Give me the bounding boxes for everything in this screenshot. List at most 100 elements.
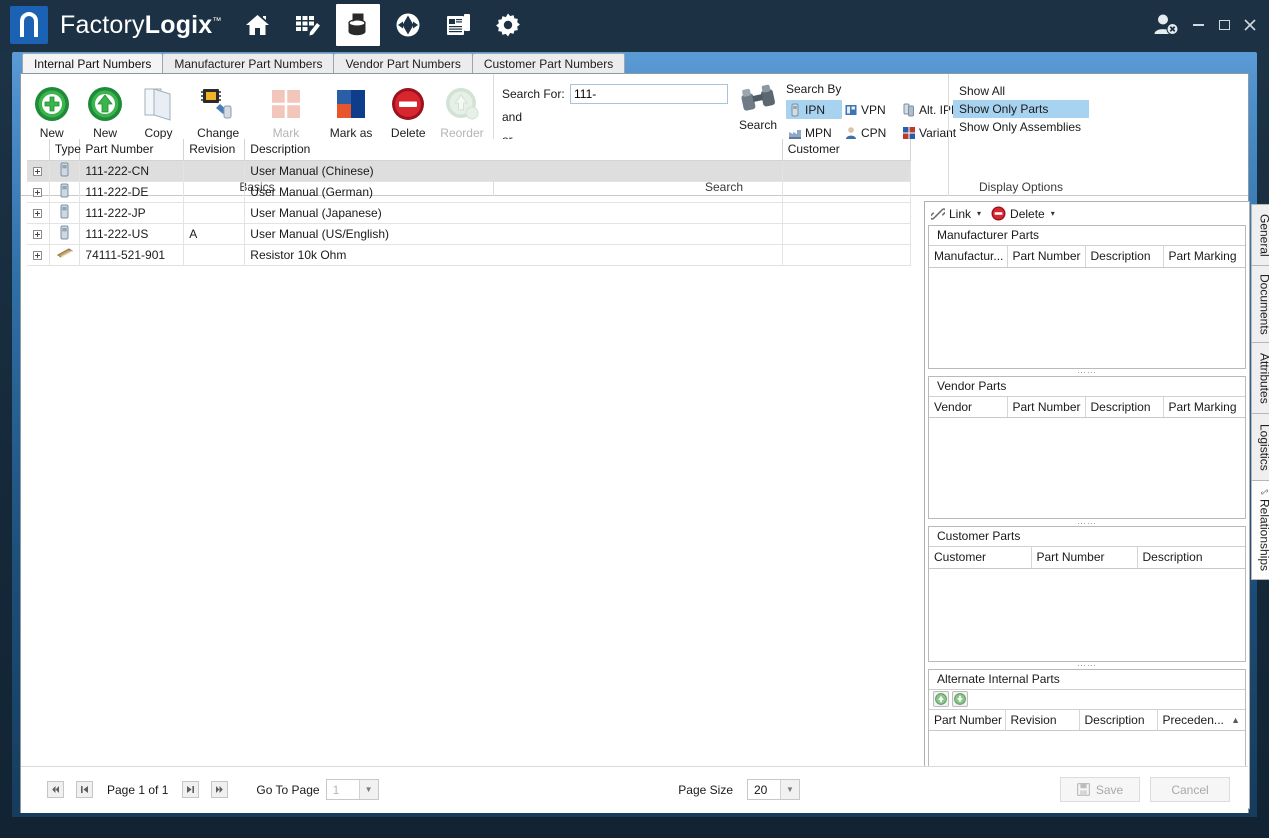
resistor-icon <box>56 248 73 258</box>
vendor-col-part-number[interactable]: Part Number <box>1007 396 1086 418</box>
column-header-customer[interactable]: Customer <box>782 139 912 161</box>
materials-icon[interactable] <box>335 4 380 46</box>
first-page-button[interactable] <box>47 781 64 798</box>
link-dropdown-caret[interactable]: ▾ <box>977 209 981 218</box>
vtab-general[interactable]: General <box>1251 204 1269 266</box>
sort-ascending-icon[interactable]: ▲ <box>1231 715 1240 725</box>
mfr-col-part-number[interactable]: Part Number <box>1007 246 1086 268</box>
column-header-part-number[interactable]: Part Number <box>79 139 185 161</box>
display-option-show-only-assemblies[interactable]: Show Only Assemblies <box>953 118 1089 136</box>
tab-label: Internal Part Numbers <box>34 57 152 71</box>
alt-ipn-icon <box>902 103 916 117</box>
search-button[interactable]: Search <box>732 84 784 132</box>
subgrid-header-row: Customer Part Number Description <box>929 547 1245 569</box>
column-header-revision[interactable]: Revision <box>183 139 246 161</box>
panel-delete-button[interactable]: Delete ▾ <box>991 206 1055 221</box>
expand-row-icon[interactable] <box>33 166 43 176</box>
alt-col-precedence[interactable]: Preceden... ▲ <box>1157 709 1245 731</box>
column-header-description[interactable]: Description <box>244 139 783 161</box>
table-row[interactable]: 111-222-CN User Manual (Chinese) <box>27 160 912 182</box>
chevron-down-icon[interactable]: ▼ <box>358 780 378 799</box>
page-size-combo[interactable]: 20 ▼ <box>747 779 800 800</box>
user-logout-icon[interactable] <box>1149 8 1183 42</box>
previous-page-icon <box>81 786 88 793</box>
go-to-page-combo[interactable]: 1 ▼ <box>325 779 379 800</box>
table-row[interactable]: 111-222-JP User Manual (Japanese) <box>27 202 912 224</box>
row-part-number: 74111-521-901 <box>79 244 185 266</box>
row-expander-cell[interactable] <box>27 160 50 182</box>
close-button[interactable] <box>1239 12 1261 38</box>
mfr-col-description[interactable]: Description <box>1085 246 1164 268</box>
display-option-show-only-parts[interactable]: Show Only Parts <box>953 100 1089 118</box>
table-row[interactable]: 74111-521-901 Resistor 10k Ohm <box>27 244 912 266</box>
application-window: FactoryLogix™ Internal Part Numbers Manu… <box>0 0 1269 838</box>
tab-manufacturer-part-numbers[interactable]: Manufacturer Part Numbers <box>163 53 335 74</box>
search-by-vpn[interactable]: VPN <box>842 100 900 119</box>
production-icon[interactable] <box>386 4 430 46</box>
last-page-button[interactable] <box>211 781 229 798</box>
save-button[interactable]: Save <box>1060 777 1140 802</box>
row-expander-cell[interactable] <box>27 202 50 224</box>
alt-col-part-number[interactable]: Part Number <box>929 709 1006 731</box>
alt-col-revision[interactable]: Revision <box>1005 709 1080 731</box>
cancel-button[interactable]: Cancel <box>1150 777 1230 802</box>
cust-col-part-number[interactable]: Part Number <box>1031 547 1138 569</box>
tab-internal-part-numbers[interactable]: Internal Part Numbers <box>22 53 164 74</box>
expand-row-icon[interactable] <box>33 250 43 260</box>
new-plus-icon <box>33 82 71 126</box>
table-row[interactable]: 111-222-US A User Manual (US/English) <box>27 223 912 245</box>
row-expander-cell[interactable] <box>27 223 50 245</box>
vtab-documents[interactable]: Documents <box>1251 265 1269 343</box>
row-expander-cell[interactable] <box>27 181 50 203</box>
variant-squares-icon <box>902 126 916 140</box>
planning-icon[interactable] <box>286 4 330 46</box>
alt-col-precedence-label: Preceden... <box>1162 712 1224 727</box>
alt-col-description[interactable]: Description <box>1079 709 1158 731</box>
expand-row-icon[interactable] <box>33 208 43 218</box>
next-page-button[interactable] <box>182 781 200 798</box>
splitter-customer-alternate[interactable]: ⋯⋯ <box>925 661 1249 670</box>
table-row[interactable]: 111-222-DE User Manual (German) <box>27 181 912 203</box>
cancel-button-label: Cancel <box>1171 782 1209 797</box>
move-up-icon[interactable] <box>933 691 949 707</box>
splitter-vendor-customer[interactable]: ⋯⋯ <box>925 518 1249 527</box>
vendor-col-part-marking[interactable]: Part Marking <box>1163 396 1245 418</box>
logo-n-icon <box>20 12 38 37</box>
link-chain-icon <box>1260 489 1269 495</box>
vtab-attributes[interactable]: Attributes <box>1251 342 1269 414</box>
previous-page-button[interactable] <box>76 781 93 798</box>
splitter-manufacturer-vendor[interactable]: ⋯⋯ <box>925 368 1249 377</box>
row-expander-cell[interactable] <box>27 244 50 266</box>
display-option-show-all[interactable]: Show All <box>953 82 1089 100</box>
cust-col-customer[interactable]: Customer <box>929 547 1032 569</box>
maximize-button[interactable] <box>1213 12 1235 38</box>
search-by-ipn[interactable]: IPN <box>786 100 842 119</box>
settings-icon[interactable] <box>486 4 530 46</box>
mfr-col-part-marking[interactable]: Part Marking <box>1163 246 1245 268</box>
reports-icon[interactable] <box>436 4 480 46</box>
expand-row-icon[interactable] <box>33 187 43 197</box>
expand-row-icon[interactable] <box>33 229 43 239</box>
tab-customer-part-numbers[interactable]: Customer Part Numbers <box>472 53 626 74</box>
client-area: New ▾ New Revision <box>20 73 1269 813</box>
vtab-relationships[interactable]: Relationships <box>1251 480 1269 580</box>
chevron-down-icon[interactable]: ▼ <box>780 780 799 799</box>
tab-vendor-part-numbers[interactable]: Vendor Part Numbers <box>334 53 473 74</box>
column-header-type[interactable]: Type <box>49 139 81 161</box>
relationships-toolbar: Link ▾ Delete ▾ <box>925 202 1249 225</box>
link-button[interactable]: Link ▾ <box>931 207 981 221</box>
vtab-logistics[interactable]: Logistics <box>1251 413 1269 481</box>
copy-button[interactable]: Copy <box>132 80 185 142</box>
vendor-col-vendor[interactable]: Vendor <box>929 396 1008 418</box>
vendor-col-description[interactable]: Description <box>1085 396 1164 418</box>
delete-button[interactable]: Delete <box>382 80 435 142</box>
cust-col-description[interactable]: Description <box>1137 547 1245 569</box>
minimize-button[interactable] <box>1187 12 1209 38</box>
panel-delete-caret[interactable]: ▾ <box>1051 209 1055 218</box>
search-input[interactable] <box>570 83 728 104</box>
mfr-col-manufacturer[interactable]: Manufactur... <box>929 246 1008 268</box>
home-icon[interactable] <box>236 4 280 46</box>
move-down-icon[interactable] <box>952 691 968 707</box>
vpn-icon <box>844 103 858 117</box>
alternate-parts-title: Alternate Internal Parts <box>929 669 1245 690</box>
